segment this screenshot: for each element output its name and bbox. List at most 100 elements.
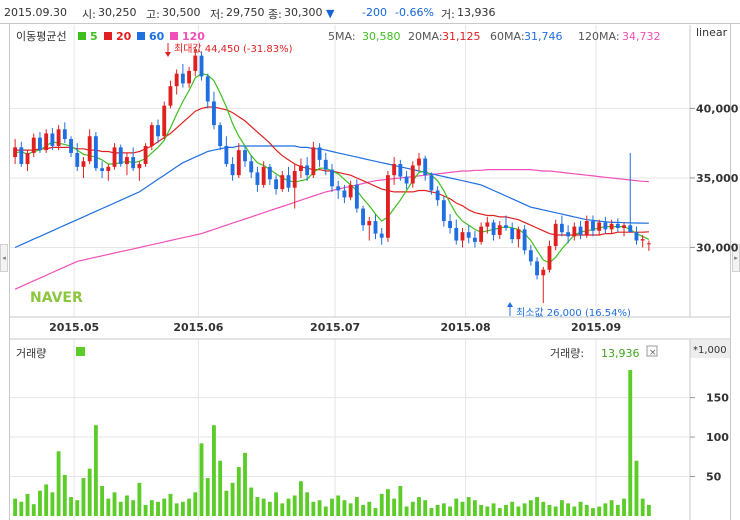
candle-body	[591, 221, 595, 231]
volume-bar	[367, 501, 372, 516]
candle-body	[404, 176, 409, 184]
volume-bar	[497, 508, 502, 516]
volume-bar	[373, 508, 378, 516]
candle-body	[131, 157, 136, 169]
volume-bar	[547, 504, 552, 516]
price-plot-area	[10, 25, 690, 317]
candle-body	[578, 226, 583, 235]
volume-bar	[125, 495, 129, 516]
candle-body	[193, 55, 198, 71]
volume-y-tick-label: 100	[706, 431, 729, 444]
ma60-label: 60MA:	[490, 30, 525, 43]
volume-bar	[255, 497, 260, 516]
volume-bar	[404, 506, 409, 516]
volume-bar	[118, 501, 123, 516]
candle	[522, 225, 527, 255]
candle-body	[435, 190, 440, 201]
volume-bar	[646, 504, 651, 516]
volume-bar	[50, 492, 55, 516]
volume-bar	[441, 503, 446, 516]
volume-bar	[454, 498, 459, 516]
candle-body	[566, 232, 571, 237]
volume-bar	[311, 501, 316, 516]
candle-body	[106, 166, 111, 171]
candle	[553, 219, 558, 251]
candle-body	[603, 222, 608, 230]
volume-bar	[603, 503, 608, 516]
candle	[143, 143, 148, 167]
candle-body	[615, 223, 620, 229]
candle-body	[87, 136, 92, 162]
close-icon[interactable]: ×	[649, 348, 657, 358]
candle-body	[13, 147, 18, 158]
volume-bar	[236, 467, 241, 516]
candle-body	[205, 76, 210, 102]
volume-bar	[193, 492, 198, 516]
candle-body	[640, 239, 645, 241]
candle-body	[336, 186, 341, 191]
volume-bar	[168, 493, 173, 516]
scale-mode-label[interactable]: linear	[696, 26, 728, 39]
volume-bar	[143, 504, 148, 516]
candle-body	[485, 222, 490, 227]
volume-current-label: 거래량:	[550, 347, 584, 360]
volume-bar	[553, 506, 558, 516]
candle-body	[454, 228, 459, 241]
volume-bar	[261, 498, 266, 516]
candle-body	[448, 221, 452, 229]
candle-body	[628, 225, 633, 233]
volume-bar	[559, 500, 564, 516]
volume-y-tick-label: 150	[706, 392, 729, 405]
volume-bar	[336, 495, 341, 516]
volume-bar	[87, 468, 92, 516]
candle-body	[187, 70, 192, 84]
stock-chart: 2015.05 2015.06 2015.07 2015.08 2015.09 40,0…	[10, 25, 739, 520]
volume-bar	[180, 501, 185, 516]
candle-body	[44, 133, 49, 151]
candle-body	[180, 73, 185, 84]
volume-grid	[10, 397, 690, 478]
volume-bar	[609, 500, 614, 516]
candle-body	[423, 158, 428, 176]
volume-bar	[267, 501, 272, 516]
volume-bar	[522, 503, 527, 516]
volume-bar	[205, 478, 210, 516]
candle-body	[385, 175, 390, 238]
candle	[149, 122, 154, 151]
legend-label-60: 60	[149, 30, 165, 43]
volume-bar	[516, 506, 521, 516]
candle-body	[212, 101, 216, 126]
volume-bar	[448, 506, 452, 516]
legend-swatch-20	[104, 32, 112, 40]
volume-bar	[417, 497, 421, 516]
price-y-tick-label: 40,000	[696, 102, 739, 115]
price-y-tick-label: 35,000	[696, 172, 739, 185]
candle-body	[547, 246, 552, 270]
candle-body	[224, 145, 229, 165]
volume-bar	[106, 498, 111, 516]
candle-body	[622, 225, 626, 229]
candle-body	[491, 222, 496, 235]
legend-swatch-60	[137, 32, 145, 40]
candle-body	[522, 229, 527, 251]
candle-body	[373, 221, 378, 234]
volume-current-value: 13,936	[601, 347, 640, 360]
candle-body	[311, 147, 316, 176]
candle-body	[218, 125, 223, 146]
volume-bar	[62, 474, 67, 516]
volume-bar	[75, 500, 80, 516]
candle-body	[62, 129, 67, 140]
candle-body	[280, 175, 285, 190]
ma20-label: 20MA:	[408, 30, 443, 43]
volume-bars	[13, 369, 651, 516]
candle-body	[460, 232, 465, 241]
candle-body	[429, 175, 434, 191]
volume-bar	[348, 503, 353, 516]
candle-body	[38, 137, 42, 151]
price-x-tick-label: 2015.05	[49, 321, 99, 334]
volume-bar	[162, 498, 167, 516]
volume-bar	[342, 500, 347, 516]
candle	[218, 122, 223, 151]
volume-bar	[13, 498, 18, 516]
volume-bar	[149, 500, 154, 516]
